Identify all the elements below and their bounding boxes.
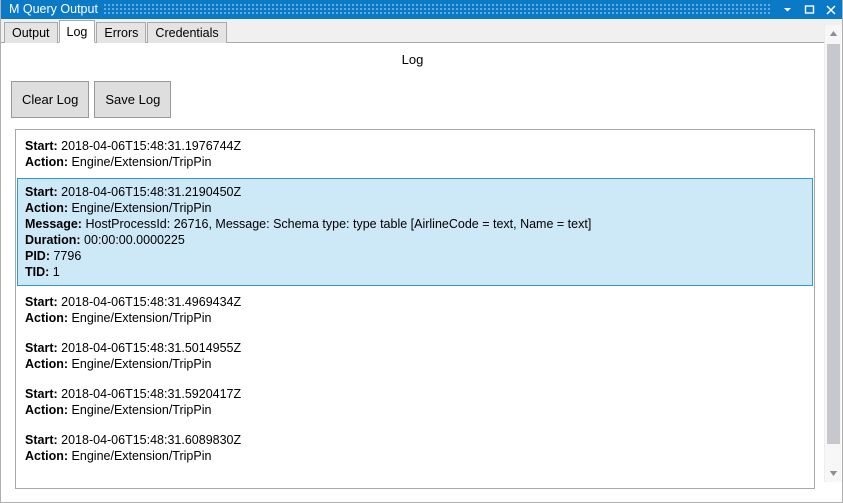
log-field-value: 7796 <box>53 249 82 263</box>
log-field-key: Action: <box>25 357 69 371</box>
save-log-button[interactable]: Save Log <box>94 81 172 118</box>
scrollbar-thumb[interactable] <box>827 44 840 444</box>
log-field-key: Action: <box>25 155 69 169</box>
log-field-value: 2018-04-06T15:48:31.2190450Z <box>61 185 242 199</box>
clear-log-button[interactable]: Clear Log <box>11 81 90 118</box>
close-button[interactable] <box>820 0 842 19</box>
log-field-value: 2018-04-06T15:48:31.4969434Z <box>61 295 242 309</box>
log-line: Start: 2018-04-06T15:48:31.5014955Z <box>25 340 806 356</box>
log-field-key: Action: <box>25 403 69 417</box>
window-controls <box>776 0 842 19</box>
log-field-value: Engine/Extension/TripPin <box>71 201 212 215</box>
log-line: Start: 2018-04-06T15:48:31.5920417Z <box>25 386 806 402</box>
log-line: Action: Engine/Extension/TripPin <box>25 200 806 216</box>
log-field-value: Engine/Extension/TripPin <box>71 449 212 463</box>
log-field-key: PID: <box>25 249 50 263</box>
maximize-button[interactable] <box>798 0 820 19</box>
log-toolbar: Clear Log Save Log <box>11 81 172 118</box>
titlebar[interactable]: M Query Output <box>1 0 842 19</box>
log-field-value: Engine/Extension/TripPin <box>71 357 212 371</box>
log-field-value: Engine/Extension/TripPin <box>71 155 212 169</box>
log-field-value: 2018-04-06T15:48:31.1976744Z <box>61 139 242 153</box>
log-line: Action: Engine/Extension/TripPin <box>25 154 806 170</box>
log-line: Start: 2018-04-06T15:48:31.1976744Z <box>25 138 806 154</box>
log-field-value: 1 <box>52 265 60 279</box>
log-line: Message: HostProcessId: 26716, Message: … <box>25 216 806 232</box>
m-query-output-window: M Query Output Output Log Errors Credent… <box>0 0 843 503</box>
titlebar-grip <box>103 4 770 15</box>
log-line: TID: 1 <box>25 264 806 280</box>
log-field-key: Start: <box>25 295 58 309</box>
log-field-value: 2018-04-06T15:48:31.6089830Z <box>61 433 242 447</box>
window-title: M Query Output <box>9 2 98 16</box>
log-line: Start: 2018-04-06T15:48:31.2190450Z <box>25 184 806 200</box>
log-field-value: 00:00:00.0000225 <box>84 233 185 247</box>
tab-log[interactable]: Log <box>58 20 96 43</box>
log-line: Action: Engine/Extension/TripPin <box>25 402 806 418</box>
log-field-key: Message: <box>25 217 82 231</box>
log-line: Action: Engine/Extension/TripPin <box>25 356 806 372</box>
tab-errors[interactable]: Errors <box>96 22 147 43</box>
log-field-key: Start: <box>25 139 58 153</box>
log-field-value: 2018-04-06T15:48:31.5920417Z <box>61 387 242 401</box>
scroll-down-arrow-icon[interactable] <box>825 465 842 482</box>
log-field-key: Duration: <box>25 233 81 247</box>
log-field-key: Start: <box>25 185 58 199</box>
log-field-value: HostProcessId: 26716, Message: Schema ty… <box>85 217 592 231</box>
log-line: Start: 2018-04-06T15:48:31.6089830Z <box>25 432 806 448</box>
log-field-key: TID: <box>25 265 50 279</box>
log-line: Duration: 00:00:00.0000225 <box>25 232 806 248</box>
log-entry[interactable]: Start: 2018-04-06T15:48:31.1976744Z Actio… <box>17 132 813 176</box>
log-entry[interactable]: Start: 2018-04-06T15:48:31.6089830Z Actio… <box>17 426 813 470</box>
log-field-key: Start: <box>25 433 58 447</box>
log-line: Action: Engine/Extension/TripPin <box>25 448 806 464</box>
log-line: Start: 2018-04-06T15:48:31.4969434Z <box>25 294 806 310</box>
log-field-key: Start: <box>25 387 58 401</box>
log-field-value: Engine/Extension/TripPin <box>71 403 212 417</box>
scrollbar-track[interactable] <box>825 42 842 465</box>
log-field-key: Start: <box>25 341 58 355</box>
log-entry[interactable]: Start: 2018-04-06T15:48:31.5014955Z Actio… <box>17 334 813 378</box>
tab-strip: Output Log Errors Credentials <box>1 19 842 43</box>
log-field-key: Action: <box>25 311 69 325</box>
tab-credentials[interactable]: Credentials <box>147 22 227 43</box>
log-field-key: Action: <box>25 201 69 215</box>
log-entry[interactable]: Start: 2018-04-06T15:48:31.2190450Z Actio… <box>17 178 813 286</box>
scroll-up-arrow-icon[interactable] <box>825 25 842 42</box>
log-tab-panel: Log Clear Log Save Log Start: 2018-04-06… <box>1 43 842 501</box>
log-entry[interactable]: Start: 2018-04-06T15:48:31.5920417Z Actio… <box>17 380 813 424</box>
log-line: Action: Engine/Extension/TripPin <box>25 310 806 326</box>
log-field-key: Action: <box>25 449 69 463</box>
log-entry[interactable]: Start: 2018-04-06T15:48:31.4969434Z Actio… <box>17 288 813 332</box>
log-entry-list[interactable]: Start: 2018-04-06T15:48:31.1976744Z Actio… <box>15 129 815 489</box>
log-field-value: 2018-04-06T15:48:31.5014955Z <box>61 341 242 355</box>
page-title: Log <box>401 52 424 67</box>
vertical-scrollbar[interactable] <box>824 25 842 482</box>
log-line: PID: 7796 <box>25 248 806 264</box>
minimize-button[interactable] <box>776 0 798 19</box>
tab-output[interactable]: Output <box>4 22 58 43</box>
log-field-value: Engine/Extension/TripPin <box>71 311 212 325</box>
